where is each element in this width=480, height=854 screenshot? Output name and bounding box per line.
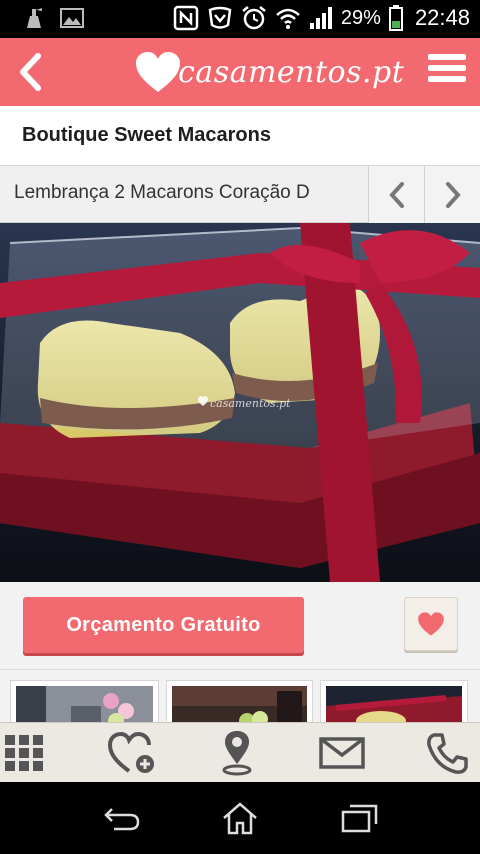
gallery-thumbnail[interactable] bbox=[166, 680, 313, 722]
grid-button[interactable] bbox=[0, 729, 52, 777]
hamburger-menu-icon bbox=[428, 54, 466, 82]
cleaner-icon bbox=[24, 6, 46, 30]
logo-text: casamentos.pt bbox=[178, 54, 405, 90]
nfc-icon bbox=[173, 5, 199, 31]
gallery-thumbnails bbox=[0, 670, 480, 722]
previous-item-button[interactable] bbox=[368, 166, 424, 223]
system-recent-apps-button[interactable] bbox=[336, 800, 384, 836]
chevron-right-icon bbox=[445, 181, 461, 208]
app-header: casamentos.pt bbox=[0, 38, 480, 106]
photo-watermark: casamentos.pt bbox=[210, 397, 291, 410]
mail-icon bbox=[319, 737, 365, 769]
free-quote-button[interactable]: Orçamento Gratuito bbox=[23, 597, 304, 653]
system-home-button[interactable] bbox=[216, 800, 264, 836]
add-favorite-icon bbox=[107, 731, 154, 773]
recent-apps-icon bbox=[341, 804, 378, 833]
heart-logo-icon bbox=[136, 52, 180, 92]
grid-icon bbox=[5, 735, 43, 771]
back-button[interactable] bbox=[10, 50, 50, 94]
item-title: Lembrança 2 Macarons Coração D bbox=[14, 182, 310, 203]
vendor-name: Boutique Sweet Macarons bbox=[22, 124, 271, 146]
vendor-header: Boutique Sweet Macarons bbox=[0, 106, 480, 166]
signal-icon bbox=[309, 6, 333, 30]
battery-percent: 29% bbox=[340, 6, 381, 29]
map-button[interactable] bbox=[209, 729, 265, 777]
image-icon bbox=[60, 6, 84, 30]
wifi-icon bbox=[275, 6, 301, 30]
brand-logo[interactable]: casamentos.pt bbox=[134, 44, 404, 100]
chevron-left-icon bbox=[388, 181, 404, 208]
email-button[interactable] bbox=[314, 729, 370, 777]
call-button[interactable] bbox=[420, 729, 476, 777]
chevron-left-icon bbox=[20, 53, 41, 91]
next-item-button[interactable] bbox=[424, 166, 480, 223]
gallery-thumbnail[interactable] bbox=[320, 680, 468, 722]
system-back-button[interactable] bbox=[98, 800, 146, 836]
clock: 22:48 bbox=[414, 5, 470, 30]
map-pin-icon bbox=[222, 731, 252, 776]
gallery-thumbnail[interactable] bbox=[10, 680, 159, 722]
menu-button[interactable] bbox=[428, 54, 466, 88]
action-area: Orçamento Gratuito bbox=[0, 582, 480, 670]
bottom-action-bar bbox=[0, 722, 480, 782]
battery-icon bbox=[388, 5, 403, 31]
home-icon bbox=[223, 802, 257, 835]
heart-icon bbox=[418, 612, 444, 636]
product-photo[interactable]: casamentos.pt bbox=[0, 223, 480, 582]
phone-icon bbox=[427, 733, 468, 774]
favorite-button[interactable] bbox=[404, 597, 458, 651]
back-arrow-icon bbox=[104, 808, 140, 831]
system-navigation-bar bbox=[0, 782, 480, 854]
item-title-bar: Lembrança 2 Macarons Coração D bbox=[0, 166, 480, 223]
status-bar: 29% 22:48 bbox=[0, 0, 480, 38]
alarm-icon bbox=[241, 5, 267, 31]
shield-icon bbox=[207, 5, 233, 31]
add-to-favorites-button[interactable] bbox=[104, 729, 160, 777]
